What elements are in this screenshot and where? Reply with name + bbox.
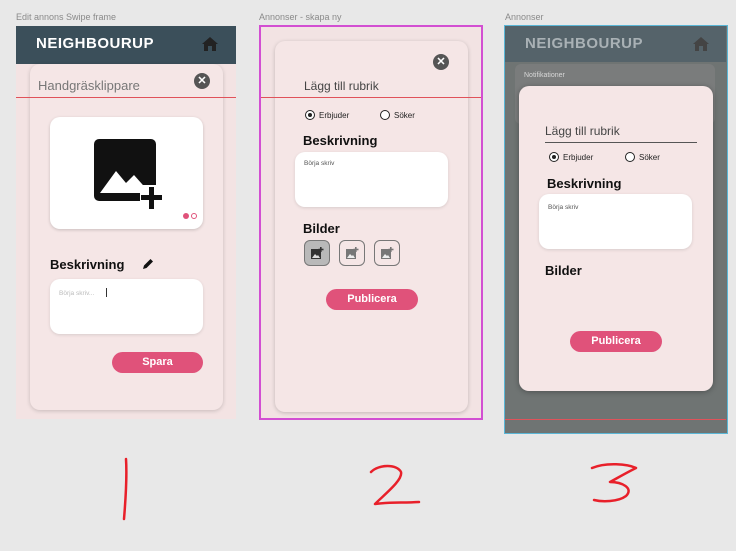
frame-label-3: Annonser bbox=[505, 12, 544, 22]
publish-button[interactable]: Publicera bbox=[570, 331, 662, 352]
radio-seek-label: Söker bbox=[394, 111, 415, 120]
images-heading: Bilder bbox=[303, 221, 340, 236]
description-heading: Beskrivning bbox=[303, 133, 378, 148]
app-header: NEIGHBOURUP bbox=[505, 26, 726, 62]
radio-offer-label: Erbjuder bbox=[319, 111, 350, 120]
radio-offer-button[interactable] bbox=[305, 110, 315, 120]
close-icon[interactable]: ✕ bbox=[433, 54, 449, 70]
edit-pencil-icon[interactable] bbox=[143, 258, 154, 269]
guide-line bbox=[16, 97, 236, 98]
radio-offer[interactable]: Erbjuder bbox=[549, 152, 629, 164]
notifications-title: Notifikationer bbox=[524, 72, 565, 79]
description-field[interactable]: Börja skriv bbox=[539, 194, 692, 249]
annotation-2: 2 bbox=[369, 464, 421, 506]
frame-label-1: Edit annons Swipe frame bbox=[16, 12, 117, 22]
create-card: Lägg till rubrik Erbjuder Söker Beskrivn… bbox=[519, 86, 713, 391]
add-image-icon bbox=[94, 139, 162, 209]
radio-offer-label: Erbjuder bbox=[563, 153, 594, 162]
add-image-icon bbox=[346, 247, 359, 259]
app-logo: NEIGHBOURUP bbox=[525, 35, 644, 52]
image-slot-1[interactable] bbox=[304, 240, 330, 266]
description-field[interactable]: Börja skriv... bbox=[50, 279, 203, 334]
description-heading: Beskrivning bbox=[50, 257, 125, 272]
radio-seek[interactable]: Söker bbox=[380, 110, 440, 122]
radio-offer[interactable]: Erbjuder bbox=[305, 110, 385, 122]
app-logo: NEIGHBOURUP bbox=[36, 35, 155, 52]
title-input[interactable]: Lägg till rubrik bbox=[545, 124, 697, 143]
add-image-icon bbox=[381, 247, 394, 259]
image-slot-2[interactable] bbox=[339, 240, 365, 266]
description-placeholder: Börja skriv bbox=[304, 160, 335, 167]
images-heading: Bilder bbox=[545, 263, 582, 278]
image-carousel[interactable] bbox=[50, 117, 203, 229]
close-icon[interactable]: ✕ bbox=[194, 73, 210, 89]
description-placeholder: Börja skriv... bbox=[59, 290, 95, 297]
title-input[interactable]: Lägg till rubrik bbox=[304, 79, 449, 98]
image-slot-3[interactable] bbox=[374, 240, 400, 266]
radio-offer-button[interactable] bbox=[549, 152, 559, 162]
create-card: ✕ Lägg till rubrik Erbjuder Söker Beskri… bbox=[261, 41, 481, 412]
carousel-dot[interactable] bbox=[191, 213, 197, 219]
add-image-icon bbox=[311, 247, 324, 259]
annotation-3: 3 bbox=[590, 463, 638, 503]
description-field[interactable]: Börja skriv bbox=[295, 152, 448, 207]
edit-card: ✕ Handgräsklippare Beskrivning Börja skr… bbox=[16, 64, 236, 410]
publish-button[interactable]: Publicera bbox=[326, 289, 418, 310]
frame-label-2: Annonser - skapa ny bbox=[259, 12, 342, 22]
carousel-dot-active[interactable] bbox=[183, 213, 189, 219]
frame-create-ad: ✕ Lägg till rubrik Erbjuder Söker Beskri… bbox=[259, 25, 483, 420]
title-input[interactable]: Handgräsklippare bbox=[38, 78, 188, 98]
guide-line bbox=[261, 97, 481, 98]
description-heading: Beskrivning bbox=[547, 176, 622, 191]
home-icon[interactable] bbox=[693, 37, 709, 51]
home-icon[interactable] bbox=[202, 37, 218, 51]
annotation-1: 1 bbox=[122, 457, 128, 521]
radio-seek-button[interactable] bbox=[625, 152, 635, 162]
description-placeholder: Börja skriv bbox=[548, 204, 579, 211]
frame-ads-overlay: NEIGHBOURUP Notifikationer Lägg till rub… bbox=[504, 25, 728, 434]
guide-line bbox=[505, 419, 726, 420]
radio-seek-button[interactable] bbox=[380, 110, 390, 120]
radio-seek[interactable]: Söker bbox=[625, 152, 685, 164]
frame-edit-ad: NEIGHBOURUP ✕ Handgräsklippare Beskrivni… bbox=[16, 26, 236, 419]
save-button[interactable]: Spara bbox=[112, 352, 203, 373]
radio-seek-label: Söker bbox=[639, 153, 660, 162]
text-cursor bbox=[106, 288, 107, 297]
app-header: NEIGHBOURUP bbox=[16, 26, 236, 64]
